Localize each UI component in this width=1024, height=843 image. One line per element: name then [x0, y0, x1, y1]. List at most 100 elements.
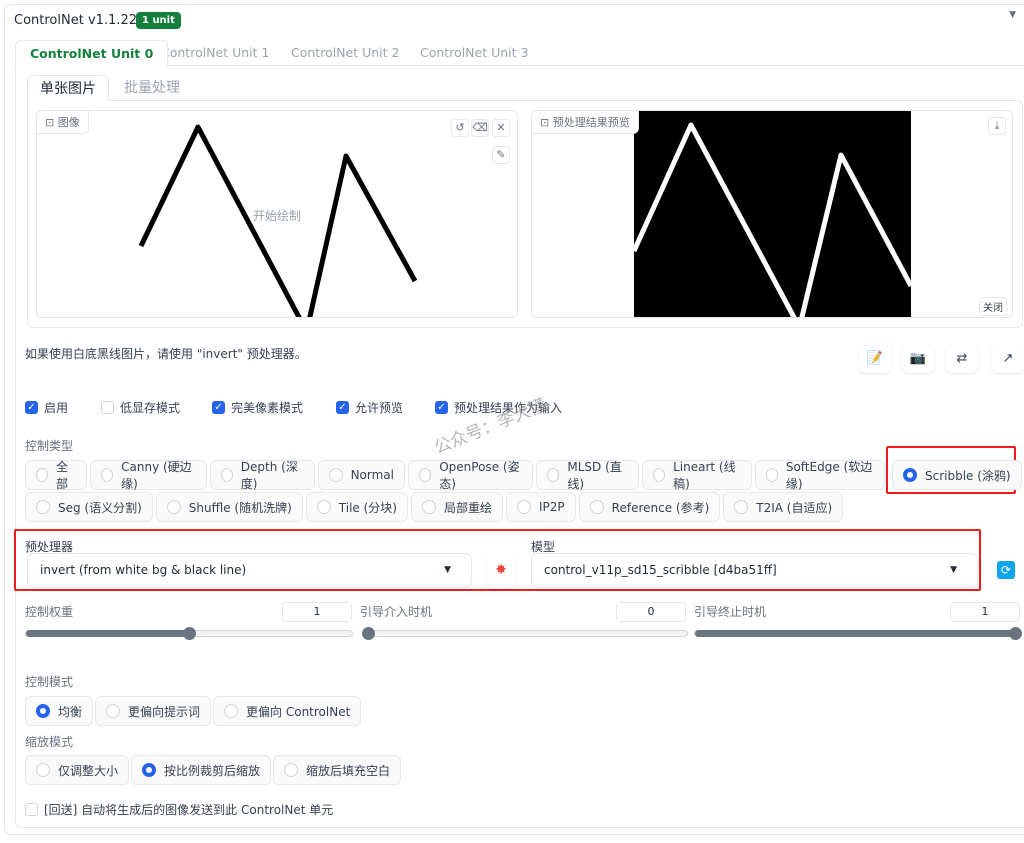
preview-panel: ⊡ 预处理结果预览 ⤓ 关闭 [531, 110, 1013, 318]
control-type-scribble[interactable]: Scribble (涂鸦) [892, 460, 1022, 490]
radio-dot[interactable] [100, 468, 114, 482]
checkbox-low-vram[interactable]: 低显存模式 [101, 399, 180, 416]
radio-dot[interactable] [765, 468, 778, 482]
control-type-normal[interactable]: Normal [317, 460, 405, 490]
resize-mode-crop-resize[interactable]: 按比例裁剪后缩放 [131, 755, 272, 785]
resize-mode-just-resize[interactable]: 仅调整大小 [25, 755, 130, 785]
control-type-row-2: Seg (语义分割) Shuffle (随机洗牌) Tile (分块) 局部重绘… [25, 492, 844, 522]
end-slider[interactable] [694, 627, 1022, 640]
control-type-mlsd[interactable]: MLSD (直线) [536, 460, 639, 491]
control-mode-label: 控制模式 [25, 675, 74, 689]
panel-title[interactable]: ControlNet v1.1.224 [14, 13, 145, 28]
control-type-depth[interactable]: Depth (深度) [209, 460, 315, 491]
radio-dot[interactable] [220, 468, 233, 482]
tab-single-image[interactable]: 单张图片 [27, 75, 109, 101]
checkbox-allow-preview[interactable]: ✓ 允许预览 [336, 399, 403, 416]
start-input[interactable]: 0 [616, 602, 686, 622]
download-icon[interactable]: ⤓ [988, 117, 1006, 135]
checkbox[interactable]: ✓ [336, 401, 349, 414]
radio-dot[interactable] [36, 704, 50, 718]
invert-hint: 如果使用白底黑线图片，请使用 "invert" 预处理器。 [25, 347, 307, 361]
resize-mode-label: 缩放模式 [25, 735, 74, 749]
radio-dot[interactable] [166, 500, 181, 514]
tab-unit-3[interactable]: ControlNet Unit 3 [406, 40, 542, 66]
radio-dot[interactable] [589, 500, 604, 514]
slider-label-start: 引导介入时机 [360, 605, 433, 619]
slider-handle[interactable] [183, 627, 196, 640]
radio-dot[interactable] [652, 468, 666, 482]
radio-dot[interactable] [284, 763, 299, 777]
run-preprocessor-icon[interactable]: ✸ [487, 553, 515, 588]
radio-dot[interactable] [547, 468, 560, 482]
undo-icon[interactable]: ↺ [451, 119, 469, 137]
close-preview-button[interactable]: 关闭 [979, 297, 1007, 316]
checkbox-loopback[interactable]: [回送] 自动将生成后的图像发送到此 ControlNet 单元 [25, 801, 333, 818]
control-type-openpose[interactable]: OpenPose (姿态) [407, 460, 534, 491]
slider-handle[interactable] [362, 627, 375, 640]
control-type-lineart[interactable]: Lineart (线稿) [641, 460, 752, 491]
edit-icon[interactable]: 📝 [859, 345, 891, 373]
radio-dot[interactable] [36, 763, 50, 777]
radio-dot[interactable] [903, 468, 917, 482]
tab-unit-0[interactable]: ControlNet Unit 0 [15, 40, 169, 66]
checkbox[interactable] [25, 803, 38, 816]
checkbox[interactable]: ✓ [435, 401, 448, 414]
camera-icon[interactable]: 📷 [902, 345, 934, 373]
control-type-softedge[interactable]: SoftEdge (软边缘) [754, 460, 885, 491]
radio-dot[interactable] [734, 500, 749, 514]
tab-unit-2[interactable]: ControlNet Unit 2 [277, 40, 413, 66]
image-icon: ⊡ [45, 116, 58, 129]
collapse-icon[interactable]: ▼ [1009, 10, 1016, 20]
control-mode-controlnet[interactable]: 更偏向 ControlNet [213, 696, 362, 726]
end-input[interactable]: 1 [950, 602, 1020, 622]
radio-dot[interactable] [142, 763, 157, 777]
image-canvas[interactable]: ⊡ 图像 开始绘制 ↺ ⌫ ✕ ✎ [36, 110, 518, 318]
resize-mode-fill[interactable]: 缩放后填充空白 [273, 755, 402, 785]
slider-handle[interactable] [1009, 627, 1022, 640]
eraser-icon[interactable]: ⌫ [471, 119, 489, 137]
control-type-t2ia[interactable]: T2IA (自适应) [723, 492, 844, 522]
weight-input[interactable]: 1 [282, 602, 352, 622]
tab-batch[interactable]: 批量处理 [112, 75, 192, 101]
image-icon: ⊡ [540, 116, 553, 129]
control-type-all[interactable]: 全部 [25, 460, 87, 491]
dropdown-caret-icon: ▼ [950, 565, 957, 575]
checkbox-enable[interactable]: ✓ 启用 [25, 399, 68, 416]
close-icon[interactable]: ✕ [492, 119, 510, 137]
brush-icon[interactable]: ✎ [492, 146, 510, 164]
checkbox-pixel-perfect[interactable]: ✓ 完美像素模式 [212, 399, 303, 416]
weight-slider[interactable] [25, 627, 353, 640]
send-dimensions-icon[interactable]: ↗ [992, 345, 1024, 373]
swap-icon[interactable]: ⇄ [946, 345, 978, 373]
radio-dot[interactable] [106, 704, 121, 718]
control-type-reference[interactable]: Reference (参考) [578, 492, 721, 522]
control-type-inpaint[interactable]: 局部重绘 [411, 492, 504, 522]
checkbox[interactable]: ✓ [25, 401, 38, 414]
control-mode-prompt[interactable]: 更偏向提示词 [95, 696, 212, 726]
control-type-tile[interactable]: Tile (分块) [305, 492, 408, 522]
radio-dot[interactable] [517, 500, 532, 514]
radio-dot[interactable] [316, 500, 331, 514]
image-label: ⊡ 图像 [37, 111, 89, 134]
slider-label-end: 引导终止时机 [694, 605, 767, 619]
model-select[interactable]: control_v11p_sd15_scribble [d4ba51ff] ▼ [531, 553, 978, 588]
checkbox-label: [回送] 自动将生成后的图像发送到此 ControlNet 单元 [44, 803, 334, 817]
checkbox[interactable] [101, 401, 114, 414]
radio-dot[interactable] [36, 468, 48, 482]
control-type-shuffle[interactable]: Shuffle (随机洗牌) [155, 492, 303, 522]
control-mode-balanced[interactable]: 均衡 [25, 696, 94, 726]
radio-dot[interactable] [328, 468, 343, 482]
radio-dot[interactable] [418, 468, 432, 482]
control-type-ip2p[interactable]: IP2P [506, 492, 576, 522]
checkbox-label: 完美像素模式 [231, 401, 304, 415]
control-type-seg[interactable]: Seg (语义分割) [25, 492, 153, 522]
checkbox[interactable]: ✓ [212, 401, 225, 414]
radio-dot[interactable] [422, 500, 436, 514]
preprocessor-select[interactable]: invert (from white bg & black line) ▼ [27, 553, 472, 588]
radio-dot[interactable] [224, 704, 239, 718]
start-slider[interactable] [362, 627, 688, 640]
radio-dot[interactable] [36, 500, 50, 514]
refresh-models-icon[interactable]: ⟳ [997, 561, 1015, 579]
control-type-canny[interactable]: Canny (硬边缘) [89, 460, 207, 491]
canvas-placeholder: 开始绘制 [253, 209, 302, 223]
